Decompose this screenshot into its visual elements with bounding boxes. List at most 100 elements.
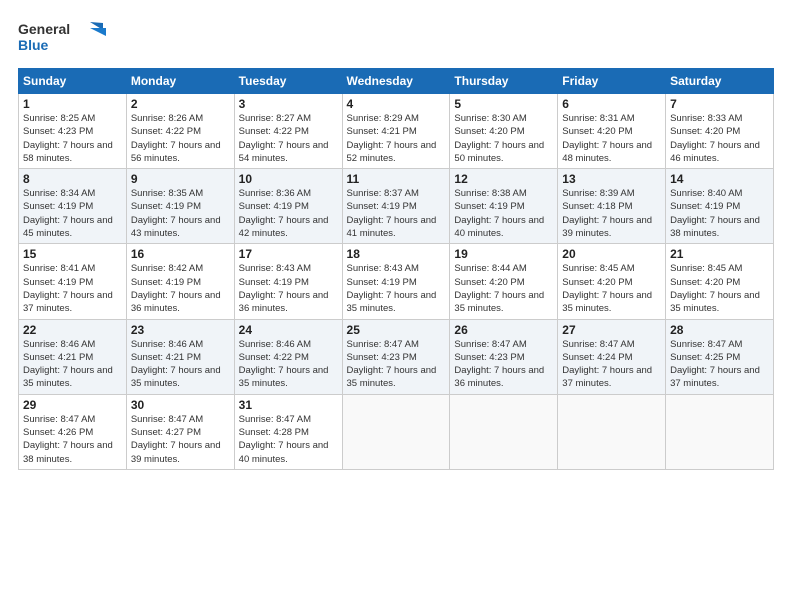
calendar-cell: 19 Sunrise: 8:44 AMSunset: 4:20 PMDaylig… (450, 244, 558, 319)
calendar-cell: 6 Sunrise: 8:31 AMSunset: 4:20 PMDayligh… (558, 94, 666, 169)
calendar-cell (342, 394, 450, 469)
svg-text:General: General (18, 21, 70, 37)
weekday-header-thursday: Thursday (450, 69, 558, 94)
calendar-cell: 11 Sunrise: 8:37 AMSunset: 4:19 PMDaylig… (342, 169, 450, 244)
day-number: 10 (239, 172, 338, 186)
day-info: Sunrise: 8:38 AMSunset: 4:19 PMDaylight:… (454, 187, 553, 240)
day-number: 9 (131, 172, 230, 186)
day-number: 3 (239, 97, 338, 111)
weekday-header-friday: Friday (558, 69, 666, 94)
day-info: Sunrise: 8:43 AMSunset: 4:19 PMDaylight:… (239, 262, 338, 315)
calendar-cell: 8 Sunrise: 8:34 AMSunset: 4:19 PMDayligh… (19, 169, 127, 244)
weekday-header-tuesday: Tuesday (234, 69, 342, 94)
weekday-header-saturday: Saturday (666, 69, 774, 94)
day-info: Sunrise: 8:47 AMSunset: 4:28 PMDaylight:… (239, 413, 338, 466)
calendar-cell: 28 Sunrise: 8:47 AMSunset: 4:25 PMDaylig… (666, 319, 774, 394)
calendar-table: SundayMondayTuesdayWednesdayThursdayFrid… (18, 68, 774, 470)
day-info: Sunrise: 8:45 AMSunset: 4:20 PMDaylight:… (670, 262, 769, 315)
day-number: 24 (239, 323, 338, 337)
day-info: Sunrise: 8:26 AMSunset: 4:22 PMDaylight:… (131, 112, 230, 165)
calendar-cell: 21 Sunrise: 8:45 AMSunset: 4:20 PMDaylig… (666, 244, 774, 319)
day-info: Sunrise: 8:41 AMSunset: 4:19 PMDaylight:… (23, 262, 122, 315)
weekday-header-row: SundayMondayTuesdayWednesdayThursdayFrid… (19, 69, 774, 94)
svg-text:Blue: Blue (18, 37, 49, 53)
day-number: 1 (23, 97, 122, 111)
calendar-cell: 7 Sunrise: 8:33 AMSunset: 4:20 PMDayligh… (666, 94, 774, 169)
calendar-cell: 26 Sunrise: 8:47 AMSunset: 4:23 PMDaylig… (450, 319, 558, 394)
day-number: 7 (670, 97, 769, 111)
calendar-cell (558, 394, 666, 469)
day-number: 12 (454, 172, 553, 186)
day-info: Sunrise: 8:47 AMSunset: 4:23 PMDaylight:… (454, 338, 553, 391)
calendar-week-row: 1 Sunrise: 8:25 AMSunset: 4:23 PMDayligh… (19, 94, 774, 169)
header: General Blue (18, 18, 774, 58)
day-info: Sunrise: 8:46 AMSunset: 4:21 PMDaylight:… (131, 338, 230, 391)
calendar-cell: 3 Sunrise: 8:27 AMSunset: 4:22 PMDayligh… (234, 94, 342, 169)
calendar-cell: 15 Sunrise: 8:41 AMSunset: 4:19 PMDaylig… (19, 244, 127, 319)
calendar-cell: 9 Sunrise: 8:35 AMSunset: 4:19 PMDayligh… (126, 169, 234, 244)
calendar-cell: 4 Sunrise: 8:29 AMSunset: 4:21 PMDayligh… (342, 94, 450, 169)
day-info: Sunrise: 8:31 AMSunset: 4:20 PMDaylight:… (562, 112, 661, 165)
calendar-cell: 16 Sunrise: 8:42 AMSunset: 4:19 PMDaylig… (126, 244, 234, 319)
calendar-cell: 13 Sunrise: 8:39 AMSunset: 4:18 PMDaylig… (558, 169, 666, 244)
day-info: Sunrise: 8:35 AMSunset: 4:19 PMDaylight:… (131, 187, 230, 240)
day-number: 23 (131, 323, 230, 337)
logo: General Blue (18, 18, 108, 58)
calendar-cell: 18 Sunrise: 8:43 AMSunset: 4:19 PMDaylig… (342, 244, 450, 319)
day-info: Sunrise: 8:39 AMSunset: 4:18 PMDaylight:… (562, 187, 661, 240)
calendar-cell: 30 Sunrise: 8:47 AMSunset: 4:27 PMDaylig… (126, 394, 234, 469)
day-number: 29 (23, 398, 122, 412)
day-info: Sunrise: 8:25 AMSunset: 4:23 PMDaylight:… (23, 112, 122, 165)
day-info: Sunrise: 8:47 AMSunset: 4:23 PMDaylight:… (347, 338, 446, 391)
day-number: 13 (562, 172, 661, 186)
day-number: 30 (131, 398, 230, 412)
day-info: Sunrise: 8:46 AMSunset: 4:22 PMDaylight:… (239, 338, 338, 391)
weekday-header-wednesday: Wednesday (342, 69, 450, 94)
calendar-cell: 10 Sunrise: 8:36 AMSunset: 4:19 PMDaylig… (234, 169, 342, 244)
day-info: Sunrise: 8:34 AMSunset: 4:19 PMDaylight:… (23, 187, 122, 240)
calendar-cell (450, 394, 558, 469)
day-number: 22 (23, 323, 122, 337)
calendar-cell: 17 Sunrise: 8:43 AMSunset: 4:19 PMDaylig… (234, 244, 342, 319)
day-number: 4 (347, 97, 446, 111)
logo-svg: General Blue (18, 18, 108, 58)
day-info: Sunrise: 8:43 AMSunset: 4:19 PMDaylight:… (347, 262, 446, 315)
day-number: 15 (23, 247, 122, 261)
calendar-week-row: 29 Sunrise: 8:47 AMSunset: 4:26 PMDaylig… (19, 394, 774, 469)
calendar-cell: 27 Sunrise: 8:47 AMSunset: 4:24 PMDaylig… (558, 319, 666, 394)
day-number: 5 (454, 97, 553, 111)
day-number: 2 (131, 97, 230, 111)
day-info: Sunrise: 8:47 AMSunset: 4:24 PMDaylight:… (562, 338, 661, 391)
day-number: 27 (562, 323, 661, 337)
day-info: Sunrise: 8:37 AMSunset: 4:19 PMDaylight:… (347, 187, 446, 240)
calendar-cell: 24 Sunrise: 8:46 AMSunset: 4:22 PMDaylig… (234, 319, 342, 394)
day-number: 6 (562, 97, 661, 111)
day-number: 8 (23, 172, 122, 186)
day-number: 20 (562, 247, 661, 261)
day-info: Sunrise: 8:36 AMSunset: 4:19 PMDaylight:… (239, 187, 338, 240)
day-info: Sunrise: 8:45 AMSunset: 4:20 PMDaylight:… (562, 262, 661, 315)
day-number: 21 (670, 247, 769, 261)
day-number: 14 (670, 172, 769, 186)
day-number: 17 (239, 247, 338, 261)
day-number: 28 (670, 323, 769, 337)
calendar-cell: 12 Sunrise: 8:38 AMSunset: 4:19 PMDaylig… (450, 169, 558, 244)
calendar-week-row: 22 Sunrise: 8:46 AMSunset: 4:21 PMDaylig… (19, 319, 774, 394)
day-info: Sunrise: 8:42 AMSunset: 4:19 PMDaylight:… (131, 262, 230, 315)
day-info: Sunrise: 8:47 AMSunset: 4:26 PMDaylight:… (23, 413, 122, 466)
day-number: 26 (454, 323, 553, 337)
calendar-cell: 2 Sunrise: 8:26 AMSunset: 4:22 PMDayligh… (126, 94, 234, 169)
calendar-week-row: 8 Sunrise: 8:34 AMSunset: 4:19 PMDayligh… (19, 169, 774, 244)
calendar-week-row: 15 Sunrise: 8:41 AMSunset: 4:19 PMDaylig… (19, 244, 774, 319)
day-info: Sunrise: 8:33 AMSunset: 4:20 PMDaylight:… (670, 112, 769, 165)
day-info: Sunrise: 8:29 AMSunset: 4:21 PMDaylight:… (347, 112, 446, 165)
day-number: 18 (347, 247, 446, 261)
calendar-cell: 25 Sunrise: 8:47 AMSunset: 4:23 PMDaylig… (342, 319, 450, 394)
calendar-cell: 14 Sunrise: 8:40 AMSunset: 4:19 PMDaylig… (666, 169, 774, 244)
day-number: 19 (454, 247, 553, 261)
page: General Blue SundayMondayTuesdayWednesda… (0, 0, 792, 612)
day-number: 31 (239, 398, 338, 412)
calendar-cell: 29 Sunrise: 8:47 AMSunset: 4:26 PMDaylig… (19, 394, 127, 469)
day-info: Sunrise: 8:47 AMSunset: 4:25 PMDaylight:… (670, 338, 769, 391)
day-info: Sunrise: 8:46 AMSunset: 4:21 PMDaylight:… (23, 338, 122, 391)
